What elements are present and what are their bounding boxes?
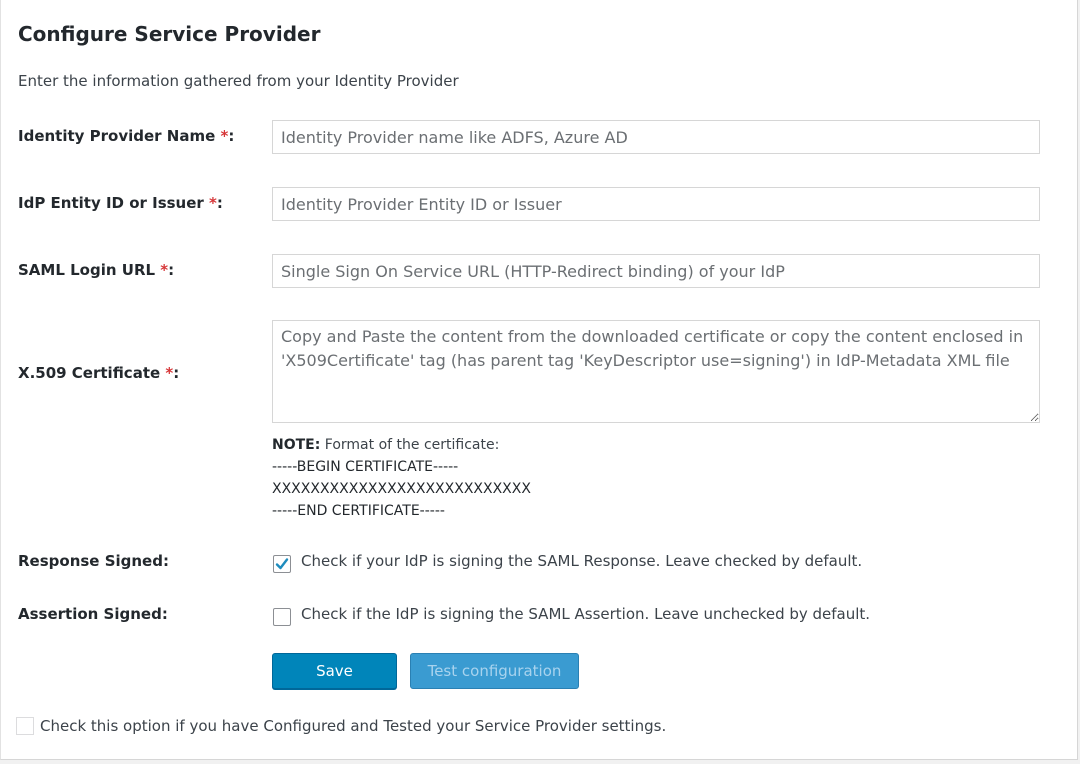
note-end-line: -----END CERTIFICATE----- (272, 503, 445, 519)
save-button[interactable]: Save (272, 653, 397, 689)
assertion-signed-checkbox[interactable] (273, 608, 291, 626)
page-subtitle: Enter the information gathered from your… (18, 72, 459, 90)
idp-name-label: Identity Provider Name *: (18, 127, 234, 145)
certificate-label: X.509 Certificate *: (18, 364, 179, 382)
certificate-format-note: NOTE: Format of the certificate: -----BE… (272, 434, 531, 522)
idp-name-label-text: Identity Provider Name (18, 127, 221, 145)
assertion-signed-label: Assertion Signed: (18, 605, 168, 623)
idp-name-label-suffix: : (228, 127, 235, 145)
response-signed-text: Check if your IdP is signing the SAML Re… (301, 552, 863, 570)
configured-option-text: Check this option if you have Configured… (40, 717, 667, 735)
login-url-label-text: SAML Login URL (18, 261, 161, 279)
login-url-label-suffix: : (168, 261, 175, 279)
note-text: Format of the certificate: (320, 437, 500, 453)
configured-option-checkbox[interactable] (16, 717, 34, 735)
entity-id-label: IdP Entity ID or Issuer *: (18, 194, 223, 212)
login-url-label: SAML Login URL *: (18, 261, 174, 279)
response-signed-checkbox[interactable] (273, 555, 291, 573)
entity-id-input[interactable] (272, 187, 1040, 221)
page-title: Configure Service Provider (18, 22, 321, 46)
certificate-textarea[interactable] (272, 320, 1040, 423)
login-url-input[interactable] (272, 254, 1040, 288)
certificate-label-text: X.509 Certificate (18, 364, 166, 382)
test-configuration-button[interactable]: Test configuration (410, 653, 579, 689)
entity-id-label-text: IdP Entity ID or Issuer (18, 194, 210, 212)
certificate-label-suffix: : (173, 364, 180, 382)
note-prefix: NOTE: (272, 437, 321, 453)
assertion-signed-text: Check if the IdP is signing the SAML Ass… (301, 605, 871, 623)
note-heading: NOTE: Format of the certificate: (272, 434, 531, 456)
required-marker: * (160, 261, 169, 279)
note-body-line: XXXXXXXXXXXXXXXXXXXXXXXXXXX (272, 481, 531, 497)
checkmark-icon (275, 558, 289, 570)
idp-name-input[interactable] (272, 120, 1040, 154)
entity-id-label-suffix: : (216, 194, 223, 212)
note-begin-line: -----BEGIN CERTIFICATE----- (272, 459, 459, 475)
response-signed-label: Response Signed: (18, 552, 169, 570)
required-marker: * (209, 194, 217, 212)
configure-sp-panel: Configure Service Provider Enter the inf… (0, 0, 1078, 760)
